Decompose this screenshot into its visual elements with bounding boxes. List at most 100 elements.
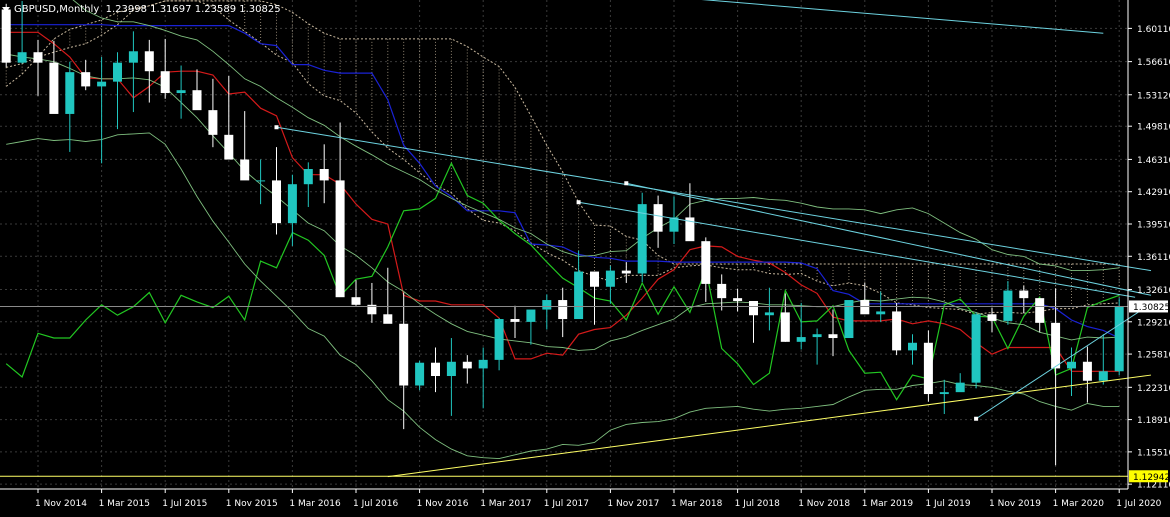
menu-triangle-icon[interactable]	[2, 6, 10, 12]
x-tick-label: 1 Nov 2017	[607, 499, 659, 509]
candle-body	[1114, 306, 1124, 372]
candle-body	[526, 309, 536, 322]
x-tick-label: 1 Mar 2020	[1053, 499, 1105, 509]
y-tick-label: 1.56610	[1137, 58, 1170, 68]
candle-body	[399, 323, 409, 386]
candle-body	[462, 361, 472, 369]
trendline-anchor	[576, 200, 581, 205]
x-tick-label: 1 Jul 2017	[544, 499, 589, 509]
candle-body	[590, 271, 599, 287]
candle-body	[669, 217, 679, 232]
y-tick-label: 1.29210	[1137, 318, 1170, 328]
y-tick-label: 1.39510	[1137, 220, 1170, 230]
candle-body	[892, 311, 902, 351]
trendline-anchor	[624, 181, 629, 186]
x-tick-label: 1 Mar 2015	[99, 499, 150, 509]
candle-body	[256, 180, 266, 182]
candle-body	[319, 169, 329, 181]
candle-body	[208, 110, 218, 135]
candle-body	[1, 9, 11, 63]
candle-body	[478, 359, 488, 369]
candle-body	[812, 334, 822, 338]
x-tick-label: 1 Nov 2015	[226, 499, 278, 509]
candle-body	[1098, 371, 1108, 381]
candle-body	[192, 90, 202, 111]
candle-body	[701, 241, 711, 284]
candle-body	[1035, 298, 1045, 323]
candle-body	[733, 298, 743, 301]
candle-body	[939, 392, 949, 395]
x-tick-label: 1 Mar 2017	[480, 499, 531, 509]
candle-body	[1019, 290, 1029, 299]
symbol-label: GBPUSD	[14, 3, 57, 15]
x-tick-label: 1 Nov 2016	[417, 499, 469, 509]
candle-body	[494, 319, 504, 360]
candle-body	[542, 300, 552, 310]
close-value: 1.30825	[239, 3, 281, 15]
candle-body	[33, 52, 43, 63]
timeframe-label: Monthly	[59, 3, 100, 15]
x-tick-label: 1 Jul 2016	[353, 499, 398, 509]
x-tick-label: 1 Jul 2019	[925, 499, 970, 509]
x-tick-label: 1 Jul 2020	[1116, 499, 1161, 509]
y-tick-label: 1.22310	[1137, 384, 1170, 394]
candle-body	[65, 72, 75, 114]
candle-body	[653, 204, 663, 232]
candle-body	[128, 51, 138, 63]
x-tick-label: 1 Nov 2019	[989, 499, 1041, 509]
candle-body	[796, 337, 806, 342]
candle-body	[510, 319, 520, 322]
candle-body	[574, 271, 584, 320]
current-price-label: 1.30825	[1133, 303, 1170, 313]
candle-body	[844, 300, 854, 339]
candle-body	[335, 180, 345, 298]
candle-body	[780, 312, 790, 342]
candle-body	[81, 72, 91, 87]
y-tick-label: 1.15510	[1137, 448, 1170, 458]
candle-body	[224, 134, 234, 160]
candle-body	[303, 169, 313, 185]
candle-body	[176, 90, 186, 94]
candle-body	[749, 300, 758, 316]
candle-body	[1051, 322, 1061, 369]
candle-body	[637, 204, 647, 274]
price-chart[interactable]: 1.60110 1.56610 1.53120 1.49810 1.46310 1.429…	[0, 0, 1170, 513]
candle-body	[621, 270, 631, 274]
candle-body	[828, 334, 838, 339]
open-value: 1.23998	[105, 3, 147, 15]
candle-body	[351, 297, 361, 305]
y-tick-label: 1.25810	[1137, 351, 1170, 361]
x-tick-label: 1 Jul 2015	[162, 499, 207, 509]
candle-body	[764, 312, 774, 316]
y-tick-label: 1.36110	[1137, 253, 1170, 263]
candle-body	[17, 52, 27, 63]
y-tick-label: 1.46310	[1137, 156, 1170, 166]
y-tick-label: 1.32610	[1137, 286, 1170, 296]
high-value: 1.31697	[150, 3, 192, 15]
chart-header: GBPUSD, Monthly 1.23998 1.31697 1.23589 1…	[2, 2, 281, 16]
candle-body	[860, 300, 870, 315]
candle-body	[876, 311, 886, 315]
trendline-anchor	[274, 125, 279, 130]
candle-body	[272, 180, 281, 224]
chart-area[interactable]: 1.60110 1.56610 1.53120 1.49810 1.46310 1.429…	[0, 0, 1170, 513]
candle-body	[955, 382, 965, 393]
candle-body	[49, 62, 59, 114]
candle-body	[97, 81, 107, 87]
candle-body	[287, 184, 297, 224]
candle-body	[415, 362, 425, 386]
candle-body	[431, 362, 440, 377]
candle-body	[1067, 361, 1076, 369]
candle-body	[1082, 361, 1092, 381]
x-tick-label: 1 Mar 2018	[671, 499, 723, 509]
candle-body	[558, 300, 568, 320]
candle-body	[446, 361, 456, 377]
candle-body	[605, 270, 615, 287]
y-tick-label: 1.53120	[1137, 91, 1170, 101]
candle-body	[144, 51, 154, 72]
x-tick-label: 1 Nov 2018	[798, 499, 850, 509]
y-tick-label: 1.60110	[1137, 25, 1170, 35]
candle-body	[240, 159, 250, 181]
candle-body	[923, 342, 933, 395]
y-tick-label: 1.42910	[1137, 188, 1170, 198]
